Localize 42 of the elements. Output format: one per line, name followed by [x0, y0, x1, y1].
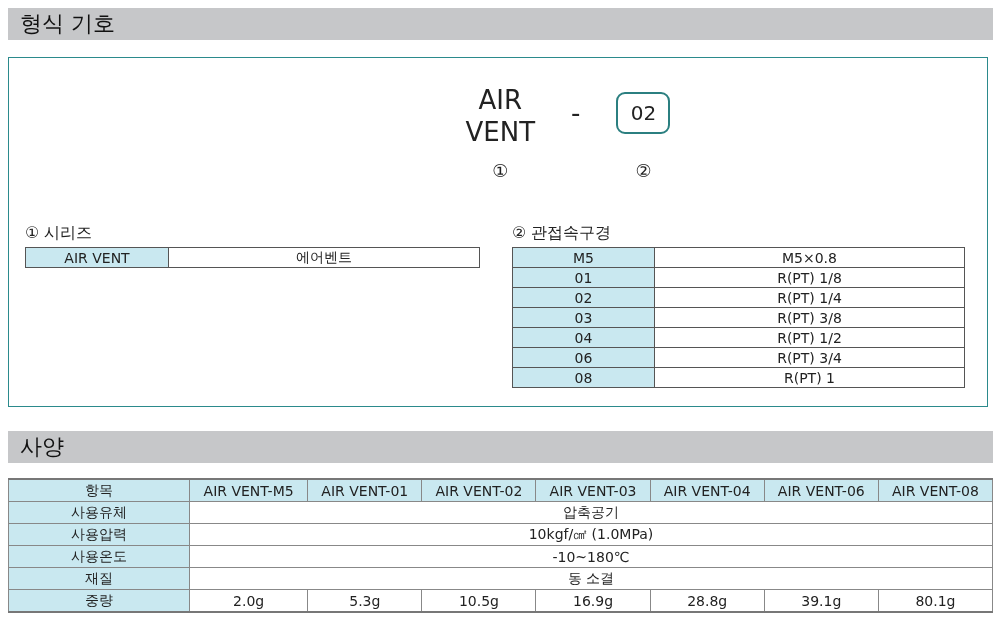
table-cell: 28.8g	[650, 589, 765, 612]
table-cell: 04	[512, 327, 655, 348]
header-cell: 항목	[8, 479, 190, 502]
table-cell: -10~180℃	[189, 545, 993, 568]
table-cell: 39.1g	[764, 589, 879, 612]
table-cell: 5.3g	[307, 589, 422, 612]
code-separator: -	[571, 98, 581, 128]
port-code: 02	[616, 92, 671, 134]
row-label: 사용온도	[8, 545, 190, 568]
table-cell: 10.5g	[421, 589, 536, 612]
table-cell: 03	[512, 307, 655, 328]
table-cell: 동 소결	[189, 567, 993, 590]
table-cell: 에어벤트	[168, 247, 480, 268]
header-cell: AIR VENT-08	[878, 479, 993, 502]
section-title: 사양	[8, 431, 993, 463]
row-label: 중량	[8, 589, 190, 612]
table-cell: 02	[512, 287, 655, 308]
header-cell: AIR VENT-06	[764, 479, 879, 502]
header-cell: AIR VENT-04	[650, 479, 765, 502]
table-cell: M5×0.8	[654, 247, 965, 268]
table-cell: M5	[512, 247, 655, 268]
table-cell: 08	[512, 367, 655, 388]
header-cell: AIR VENT-M5	[189, 479, 308, 502]
table-title: ② 관접속구경	[512, 223, 613, 244]
row-label: 재질	[8, 567, 190, 590]
series-code: AIR VENT	[465, 84, 536, 148]
marker-number: ②	[635, 160, 652, 181]
section-title: 형식 기호	[8, 8, 993, 40]
table-cell: 10kgf/㎠ (1.0MPa)	[189, 523, 993, 546]
table-cell: AIR VENT	[25, 247, 169, 268]
table-cell: 06	[512, 347, 655, 368]
row-label: 사용유체	[8, 501, 190, 524]
table-title: ① 시리즈	[25, 223, 94, 244]
table-cell: 2.0g	[189, 589, 308, 612]
header-cell: AIR VENT-01	[307, 479, 422, 502]
table-cell: 01	[512, 267, 655, 288]
row-label: 사용압력	[8, 523, 190, 546]
header-cell: AIR VENT-02	[421, 479, 536, 502]
header-cell: AIR VENT-03	[536, 479, 651, 502]
marker-number: ①	[492, 160, 509, 181]
table-cell: 80.1g	[878, 589, 993, 612]
table-cell: 압축공기	[189, 501, 993, 524]
